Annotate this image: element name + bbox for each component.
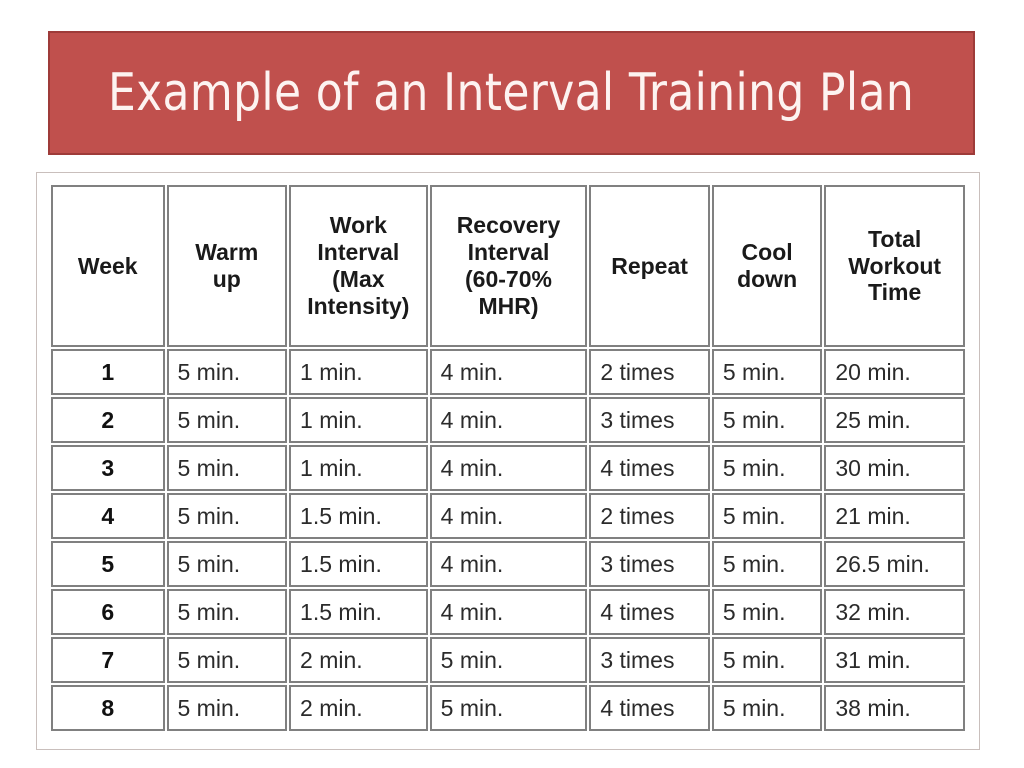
- cell-repeat: 4 times: [589, 589, 710, 635]
- cell-cool: 5 min.: [711, 685, 823, 731]
- column-header-recovery[interactable]: Recovery Interval (60-70% MHR): [429, 185, 588, 347]
- cell-total: 26.5 min.: [824, 541, 965, 587]
- cell-cool: 5 min.: [711, 493, 823, 539]
- interval-training-table-frame: Week Warm up Work Interval (Max Intensity) Reco…: [36, 172, 980, 750]
- column-header-work[interactable]: Work Interval (Max Intensity): [289, 185, 428, 347]
- table-row[interactable]: 25 min. 1 min. 4 min. 3 times 5 min. 25 min.: [51, 397, 965, 443]
- title-banner: Example of an Interval Training Plan: [48, 31, 975, 155]
- column-header-line: (60-70%: [465, 266, 552, 292]
- column-header-line: Recovery: [456, 212, 561, 239]
- cell-cool: 5 min.: [711, 589, 823, 635]
- cell-warmup: 5 min.: [166, 349, 288, 395]
- column-header-line: MHR): [478, 292, 539, 319]
- column-header-line: (Max: [332, 266, 385, 292]
- column-header-cool[interactable]: Cool down: [711, 185, 823, 347]
- column-header-line: Workout: [848, 252, 942, 279]
- table-header: Week Warm up Work Interval (Max Intensity) Reco…: [51, 185, 965, 347]
- cell-recovery: 4 min.: [429, 541, 588, 587]
- table-body: 15 min. 1 min. 4 min. 2 times 5 min. 20 min. 2…: [51, 349, 965, 731]
- cell-recovery: 4 min.: [429, 349, 588, 395]
- cell-cool: 5 min.: [711, 349, 823, 395]
- column-header-line: Repeat: [611, 252, 688, 279]
- column-header-warmup[interactable]: Warm up: [166, 185, 288, 347]
- cell-work: 2 min.: [289, 685, 428, 731]
- cell-repeat: 4 times: [589, 685, 710, 731]
- cell-repeat: 2 times: [589, 349, 710, 395]
- cell-warmup: 5 min.: [166, 541, 288, 587]
- cell-repeat: 3 times: [589, 541, 710, 587]
- cell-recovery: 4 min.: [429, 445, 588, 491]
- cell-week: 5: [51, 541, 165, 587]
- cell-total: 20 min.: [824, 349, 965, 395]
- cell-cool: 5 min.: [711, 397, 823, 443]
- cell-week: 4: [51, 493, 165, 539]
- column-header-line: Time: [868, 279, 922, 306]
- cell-week: 8: [51, 685, 165, 731]
- cell-warmup: 5 min.: [166, 685, 288, 731]
- cell-recovery: 4 min.: [429, 493, 588, 539]
- cell-total: 38 min.: [824, 685, 965, 731]
- column-header-line: Interval: [467, 239, 550, 266]
- cell-repeat: 4 times: [589, 445, 710, 491]
- column-header-line: Cool: [741, 239, 793, 266]
- cell-total: 25 min.: [824, 397, 965, 443]
- column-header-line: down: [737, 266, 798, 292]
- cell-work: 1.5 min.: [289, 589, 428, 635]
- table-row[interactable]: 45 min. 1.5 min. 4 min. 2 times 5 min. 21 min…: [51, 493, 965, 539]
- table-row[interactable]: 75 min. 2 min. 5 min. 3 times 5 min. 31 min.: [51, 637, 965, 683]
- cell-repeat: 2 times: [589, 493, 710, 539]
- cell-warmup: 5 min.: [166, 637, 288, 683]
- cell-work: 1 min.: [289, 397, 428, 443]
- column-header-line: Week: [77, 252, 138, 279]
- cell-total: 30 min.: [824, 445, 965, 491]
- cell-recovery: 5 min.: [429, 685, 588, 731]
- interval-training-table: Week Warm up Work Interval (Max Intensity) Reco…: [49, 183, 967, 733]
- cell-total: 32 min.: [824, 589, 965, 635]
- cell-warmup: 5 min.: [166, 493, 288, 539]
- cell-work: 1.5 min.: [289, 493, 428, 539]
- cell-recovery: 4 min.: [429, 397, 588, 443]
- cell-warmup: 5 min.: [166, 397, 288, 443]
- cell-work: 1 min.: [289, 445, 428, 491]
- cell-week: 3: [51, 445, 165, 491]
- cell-week: 1: [51, 349, 165, 395]
- cell-cool: 5 min.: [711, 637, 823, 683]
- column-header-line: Warm: [195, 239, 259, 266]
- page-title: Example of an Interval Training Plan: [108, 63, 915, 123]
- cell-total: 21 min.: [824, 493, 965, 539]
- column-header-line: Total: [868, 225, 922, 252]
- cell-week: 6: [51, 589, 165, 635]
- cell-work: 1.5 min.: [289, 541, 428, 587]
- cell-cool: 5 min.: [711, 445, 823, 491]
- cell-repeat: 3 times: [589, 637, 710, 683]
- table-row[interactable]: 15 min. 1 min. 4 min. 2 times 5 min. 20 min.: [51, 349, 965, 395]
- cell-work: 1 min.: [289, 349, 428, 395]
- column-header-line: Work: [329, 212, 387, 239]
- slide-canvas: Example of an Interval Training Plan Wee…: [0, 0, 1024, 768]
- table-row[interactable]: 55 min. 1.5 min. 4 min. 3 times 5 min. 26.5 m…: [51, 541, 965, 587]
- cell-warmup: 5 min.: [166, 445, 288, 491]
- table-header-row: Week Warm up Work Interval (Max Intensity) Reco…: [51, 185, 965, 347]
- cell-repeat: 3 times: [589, 397, 710, 443]
- table-row[interactable]: 65 min. 1.5 min. 4 min. 4 times 5 min. 32 min…: [51, 589, 965, 635]
- cell-recovery: 4 min.: [429, 589, 588, 635]
- cell-week: 7: [51, 637, 165, 683]
- column-header-week[interactable]: Week: [51, 185, 165, 347]
- column-header-repeat[interactable]: Repeat: [589, 185, 710, 347]
- cell-recovery: 5 min.: [429, 637, 588, 683]
- cell-cool: 5 min.: [711, 541, 823, 587]
- table-row[interactable]: 35 min. 1 min. 4 min. 4 times 5 min. 30 min.: [51, 445, 965, 491]
- column-header-line: up: [212, 266, 241, 292]
- column-header-total[interactable]: Total Workout Time: [824, 185, 965, 347]
- cell-warmup: 5 min.: [166, 589, 288, 635]
- cell-work: 2 min.: [289, 637, 428, 683]
- column-header-line: Interval: [317, 239, 400, 266]
- cell-total: 31 min.: [824, 637, 965, 683]
- cell-week: 2: [51, 397, 165, 443]
- column-header-line: Intensity): [307, 292, 410, 319]
- table-row[interactable]: 85 min. 2 min. 5 min. 4 times 5 min. 38 min.: [51, 685, 965, 731]
